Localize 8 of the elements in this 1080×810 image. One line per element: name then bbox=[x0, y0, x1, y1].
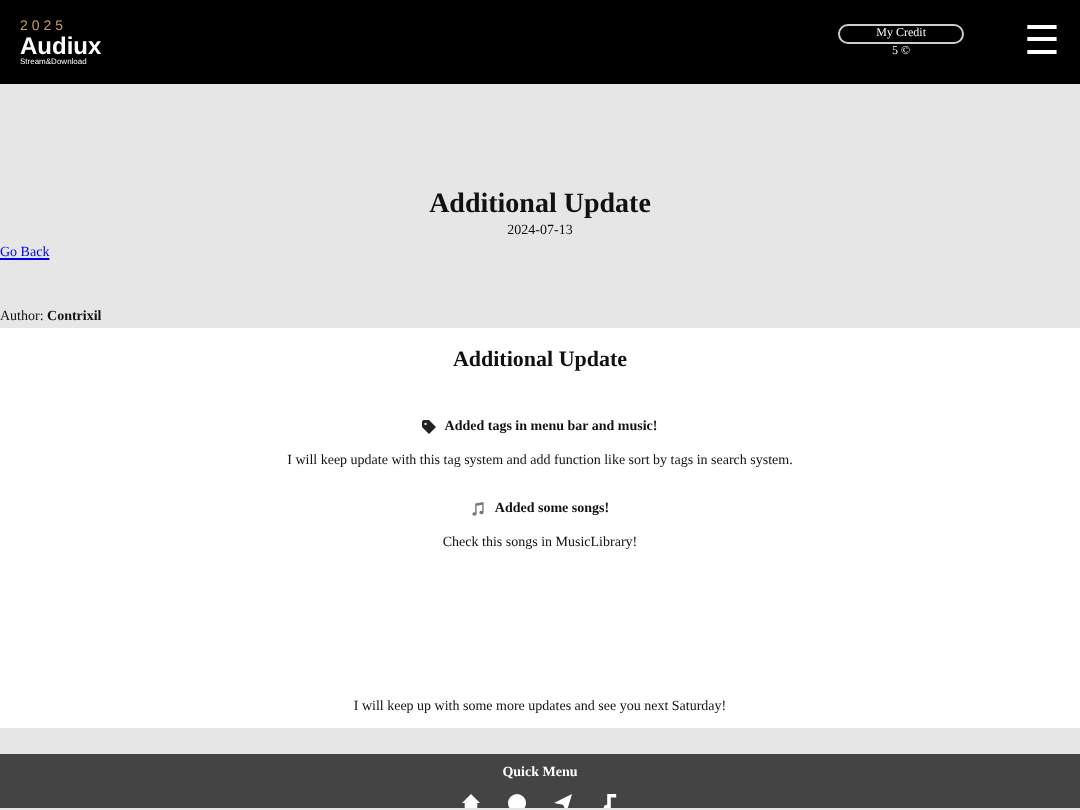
post-title: Additional Update bbox=[429, 192, 651, 220]
home-icon[interactable] bbox=[462, 794, 480, 807]
music-notes-icon bbox=[470, 501, 487, 516]
tag-icon bbox=[422, 419, 437, 434]
send-icon[interactable] bbox=[554, 794, 572, 807]
menu-button[interactable]: ☰ bbox=[1024, 22, 1060, 62]
music-icon[interactable] bbox=[600, 794, 618, 807]
article-heading: Additional Update bbox=[452, 347, 628, 371]
